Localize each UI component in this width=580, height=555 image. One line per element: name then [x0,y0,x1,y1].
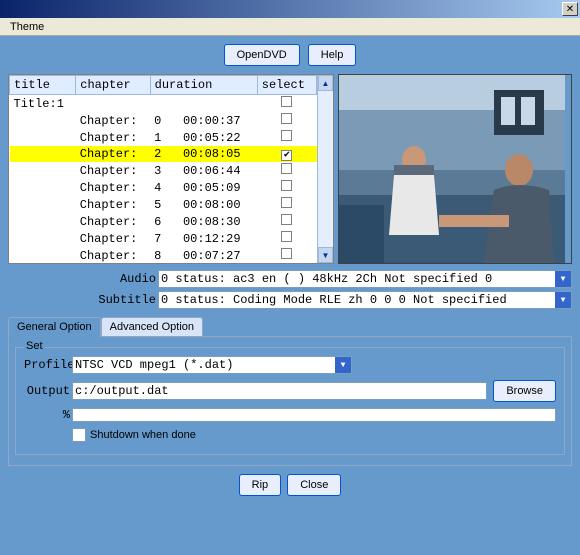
chapter-table: title chapter duration select Title:1Cha… [8,74,334,264]
table-row[interactable]: Chapter:3 00:06:44 [10,162,317,179]
menu-theme[interactable]: Theme [4,19,50,35]
rip-button[interactable]: Rip [239,474,282,496]
video-preview [338,74,572,264]
table-row[interactable]: Chapter:8 00:07:27 [10,247,317,263]
titlebar: ✕ [0,0,580,18]
shutdown-label: Shutdown when done [90,429,196,441]
select-checkbox[interactable] [281,113,292,124]
subtitle-label: Subtitle [8,293,158,307]
col-chapter[interactable]: chapter [76,76,150,95]
progress-bar [72,408,556,422]
col-select[interactable]: select [257,76,316,95]
help-button[interactable]: Help [308,44,357,66]
chevron-down-icon[interactable]: ▼ [335,357,351,373]
select-checkbox[interactable] [281,163,292,174]
scroll-up-icon[interactable]: ▲ [318,75,333,91]
subtitle-select[interactable]: 0 status: Coding Mode RLE zh 0 0 0 Not s… [158,291,572,309]
open-dvd-button[interactable]: OpenDVD [224,44,300,66]
col-duration[interactable]: duration [150,76,257,95]
close-button[interactable]: Close [287,474,341,496]
table-row[interactable]: Title:1 [10,95,317,113]
set-legend: Set [24,340,45,352]
select-checkbox[interactable] [281,197,292,208]
select-checkbox[interactable] [281,214,292,225]
scroll-down-icon[interactable]: ▼ [318,247,333,263]
select-checkbox[interactable] [281,180,292,191]
table-row[interactable]: Chapter:5 00:08:00 [10,196,317,213]
table-row[interactable]: Chapter:1 00:05:22 [10,129,317,146]
table-row[interactable]: Chapter:0 00:00:37 [10,112,317,129]
tab-advanced[interactable]: Advanced Option [101,317,203,337]
col-title[interactable]: title [10,76,76,95]
tab-panel: Set Profile NTSC VCD mpeg1 (*.dat) ▼ Out… [8,336,572,466]
profile-select[interactable]: NTSC VCD mpeg1 (*.dat) ▼ [72,356,352,374]
chevron-down-icon[interactable]: ▼ [555,271,571,287]
browse-button[interactable]: Browse [493,380,556,402]
main-area: OpenDVD Help title chapter duration sele… [0,36,580,555]
select-checkbox[interactable] [281,130,292,141]
table-row[interactable]: Chapter:6 00:08:30 [10,213,317,230]
audio-label: Audio [8,272,158,286]
shutdown-checkbox[interactable] [72,428,86,442]
chevron-down-icon[interactable]: ▼ [555,292,571,308]
select-checkbox[interactable] [281,231,292,242]
scrollbar[interactable]: ▲ ▼ [317,75,333,263]
audio-select[interactable]: 0 status: ac3 en ( ) 48kHz 2Ch Not speci… [158,270,572,288]
tab-general[interactable]: General Option [8,317,101,337]
select-checkbox[interactable]: ✔ [281,150,292,161]
table-row[interactable]: Chapter:4 00:05:09 [10,179,317,196]
table-row[interactable]: Chapter:2 00:08:05✔ [10,146,317,162]
select-checkbox[interactable] [281,248,292,259]
table-row[interactable]: Chapter:7 00:12:29 [10,230,317,247]
output-label: Output [24,384,72,398]
menubar: Theme [0,18,580,36]
output-field[interactable] [72,382,487,400]
percent-label: % [24,408,72,422]
profile-label: Profile [24,358,72,372]
close-icon[interactable]: ✕ [562,2,578,16]
